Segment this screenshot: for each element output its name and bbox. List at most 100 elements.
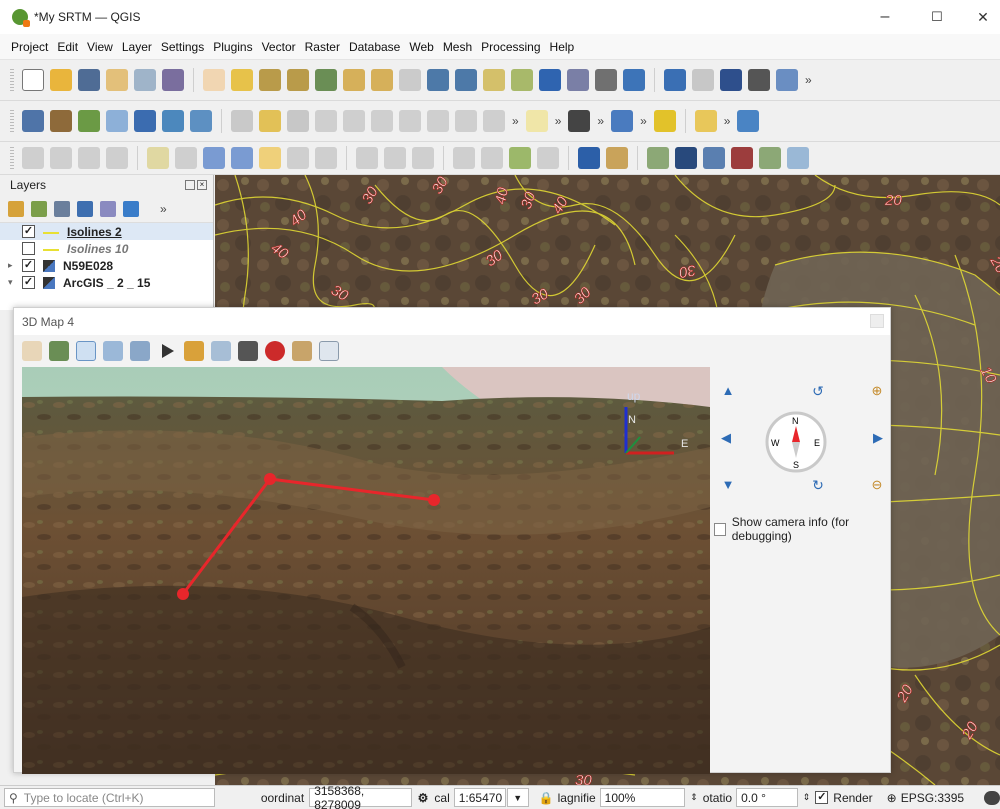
tilt-up-icon[interactable]: ▲ [719, 383, 737, 398]
rotate-right-icon[interactable]: ↻ [809, 477, 827, 494]
filter-legend-icon[interactable] [77, 200, 93, 217]
help-icon[interactable] [737, 110, 760, 132]
zoom-last-icon[interactable] [427, 69, 449, 91]
layer-visibility-checkbox[interactable]: ✓ [22, 276, 35, 289]
toolbar-overflow[interactable]: » [512, 114, 519, 128]
layer-item[interactable]: Isolines 10 [0, 240, 213, 257]
attribute-table-icon[interactable] [692, 69, 714, 91]
route-vertex[interactable] [177, 588, 189, 600]
select-features-icon[interactable] [694, 110, 717, 132]
lock-scale-icon[interactable]: 🔒 [539, 791, 554, 805]
expand-all-icon[interactable] [123, 200, 139, 217]
simplify-icon[interactable] [106, 147, 128, 169]
new-bookmark-icon[interactable] [539, 69, 561, 91]
add-raster-icon[interactable] [106, 110, 128, 132]
modify-attrs-icon[interactable] [399, 110, 421, 132]
save-project-icon[interactable] [78, 69, 100, 91]
menu-processing[interactable]: Processing [481, 40, 540, 54]
minimize-button[interactable]: – [862, 0, 908, 34]
save-edits-icon[interactable] [287, 110, 309, 132]
toolbar-grip[interactable] [10, 147, 14, 169]
processing-settings-icon[interactable] [606, 147, 628, 169]
render-checkbox[interactable]: ✓ [815, 791, 829, 804]
3d-map-close-icon[interactable] [870, 314, 884, 328]
info-tool-icon[interactable] [578, 147, 600, 169]
style-manager-icon[interactable] [162, 69, 184, 91]
menu-mesh[interactable]: Mesh [443, 40, 472, 54]
zoom-to-selection-icon[interactable] [343, 69, 365, 91]
add-vector-icon[interactable] [78, 110, 100, 132]
magnifier-spinner[interactable]: ⇕ [690, 792, 698, 803]
zoom-in-icon[interactable]: ⊕ [868, 383, 886, 399]
print-layout-icon[interactable] [134, 69, 156, 91]
zoom-native-icon[interactable] [399, 69, 421, 91]
menu-view[interactable]: View [87, 40, 113, 54]
new-geopackage-icon[interactable] [50, 110, 72, 132]
cut-icon[interactable] [455, 110, 477, 132]
scale-dropdown[interactable]: ▼ [506, 788, 529, 807]
tilt-down-icon[interactable]: ▼ [719, 477, 737, 492]
menu-database[interactable]: Database [349, 40, 400, 54]
zoom-out-icon[interactable]: ⊖ [868, 477, 886, 493]
avoid-overlap-icon[interactable] [509, 147, 531, 169]
label-props-icon[interactable] [315, 147, 337, 169]
add-wcs-icon[interactable] [787, 147, 809, 169]
route-vertex[interactable] [428, 494, 440, 506]
plugin-python-icon[interactable] [611, 110, 634, 132]
3d-scene-view[interactable]: up N E [22, 367, 710, 774]
show-hide-labels-icon[interactable] [203, 147, 225, 169]
route-vertex[interactable] [264, 473, 276, 485]
export-scene-icon[interactable] [184, 341, 204, 361]
layer-item[interactable]: ▸ ✓ N59E028 [0, 257, 213, 274]
toolbar-overflow[interactable]: » [597, 114, 604, 128]
toolbar-overflow[interactable]: » [555, 114, 562, 128]
settings-icon[interactable] [720, 69, 742, 91]
compass-icon[interactable]: N S E W [765, 411, 827, 473]
add-mesh-icon[interactable] [134, 110, 156, 132]
open-project-icon[interactable] [50, 69, 72, 91]
menu-vector[interactable]: Vector [262, 40, 296, 54]
toolbar-grip[interactable] [10, 110, 14, 132]
measure-line-icon[interactable] [130, 341, 150, 361]
vertex-tool-icon[interactable] [343, 110, 365, 132]
pan-left-icon[interactable]: ◀ [717, 430, 735, 446]
delete-selected-icon[interactable] [427, 110, 449, 132]
digitize-shape-icon[interactable] [22, 147, 44, 169]
new-map-view-icon[interactable] [483, 69, 505, 91]
toolbar-overflow[interactable]: » [805, 73, 812, 87]
eye-dome-lighting-icon[interactable] [265, 341, 285, 361]
refresh-icon[interactable] [623, 69, 645, 91]
locator-search-input[interactable]: ⚲ Type to locate (Ctrl+K) [4, 788, 215, 807]
text-annotation-icon[interactable] [356, 147, 378, 169]
add-wms-icon[interactable] [162, 110, 184, 132]
toolbar-grip[interactable] [10, 69, 14, 91]
layer-visibility-checkbox[interactable]: ✓ [22, 259, 35, 272]
configure-icon[interactable] [292, 341, 312, 361]
close-panel-icon[interactable]: × [197, 180, 207, 190]
menu-web[interactable]: Web [409, 40, 433, 54]
layer-expander-icon[interactable]: ▸ [8, 260, 22, 271]
magnifier-field[interactable]: 100% [599, 788, 686, 807]
add-circle-icon[interactable] [50, 147, 72, 169]
pan-to-annotation-icon[interactable] [384, 147, 406, 169]
new-project-icon[interactable] [22, 69, 44, 91]
offset-curve-icon[interactable] [78, 147, 100, 169]
layer-visibility-checkbox[interactable] [22, 242, 35, 255]
shadows-icon[interactable] [238, 341, 258, 361]
add-vertex-icon[interactable] [647, 147, 669, 169]
temporal-icon[interactable] [595, 69, 617, 91]
zoom-out-icon[interactable] [287, 69, 309, 91]
rotate-left-icon[interactable]: ↺ [809, 383, 827, 400]
style-layer-icon[interactable] [8, 200, 24, 217]
navigation-widget-icon[interactable] [319, 341, 339, 361]
crs-globe-icon[interactable]: ⊕ [887, 791, 897, 805]
layers-toolbar-more[interactable]: » [160, 202, 167, 216]
camera-info-checkbox[interactable] [714, 522, 726, 536]
move-label-icon[interactable] [231, 147, 253, 169]
zoom-full-icon[interactable] [49, 341, 69, 361]
map-themes-icon[interactable] [211, 341, 231, 361]
zoom-next-icon[interactable] [455, 69, 477, 91]
topo-editing-icon[interactable] [481, 147, 503, 169]
layer-item[interactable]: ✓ Isolines 2 [0, 223, 213, 240]
toggle-extents-icon[interactable]: ⚙ [418, 791, 429, 805]
